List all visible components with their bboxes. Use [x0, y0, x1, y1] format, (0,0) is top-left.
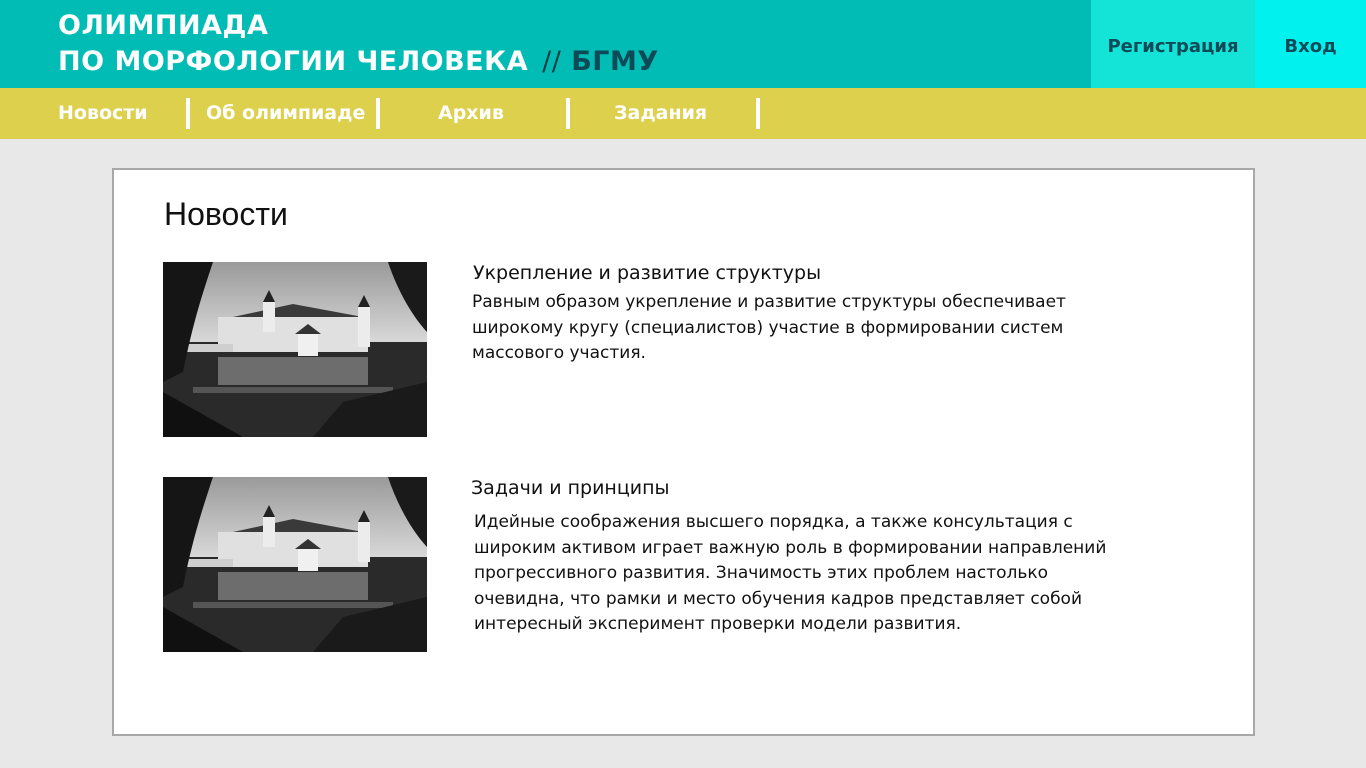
- nav-item-news[interactable]: Новости: [58, 88, 148, 139]
- nav-divider: [186, 98, 190, 129]
- title-line-1: ОЛИМПИАДА: [58, 10, 269, 41]
- nav-item-about[interactable]: Об олимпиаде: [206, 88, 365, 139]
- castle-photo-icon[interactable]: [163, 262, 427, 437]
- news-title[interactable]: Задачи и принципы: [471, 477, 670, 499]
- nav-divider: [376, 98, 380, 129]
- title-separator: //: [542, 46, 562, 77]
- login-button[interactable]: Вход: [1255, 0, 1366, 88]
- news-title[interactable]: Укрепление и развитие структуры: [473, 262, 821, 284]
- register-button[interactable]: Регистрация: [1091, 0, 1255, 88]
- site-logo-title[interactable]: ОЛИМПИАДА ПО МОРФОЛОГИИ ЧЕЛОВЕКА // БГМУ: [58, 8, 659, 80]
- site-header: ОЛИМПИАДА ПО МОРФОЛОГИИ ЧЕЛОВЕКА// БГМУ …: [0, 0, 1366, 88]
- page-title: Новости: [164, 196, 288, 232]
- news-text: Равным образом укрепление и развитие стр…: [472, 292, 1066, 363]
- main-nav: Новости Об олимпиаде Архив Задания: [0, 88, 1366, 139]
- title-line-2: ПО МОРФОЛОГИИ ЧЕЛОВЕКА: [58, 46, 529, 77]
- org-name: БГМУ: [571, 46, 659, 77]
- nav-divider: [756, 98, 760, 129]
- castle-photo-icon[interactable]: [163, 477, 427, 652]
- news-card: Новости Укрепление и развитие структуры …: [112, 168, 1255, 736]
- news-text: Идейные соображения высшего порядка, а т…: [474, 512, 1107, 634]
- nav-divider: [566, 98, 570, 129]
- nav-item-archive[interactable]: Архив: [438, 88, 504, 139]
- nav-item-tasks[interactable]: Задания: [614, 88, 707, 139]
